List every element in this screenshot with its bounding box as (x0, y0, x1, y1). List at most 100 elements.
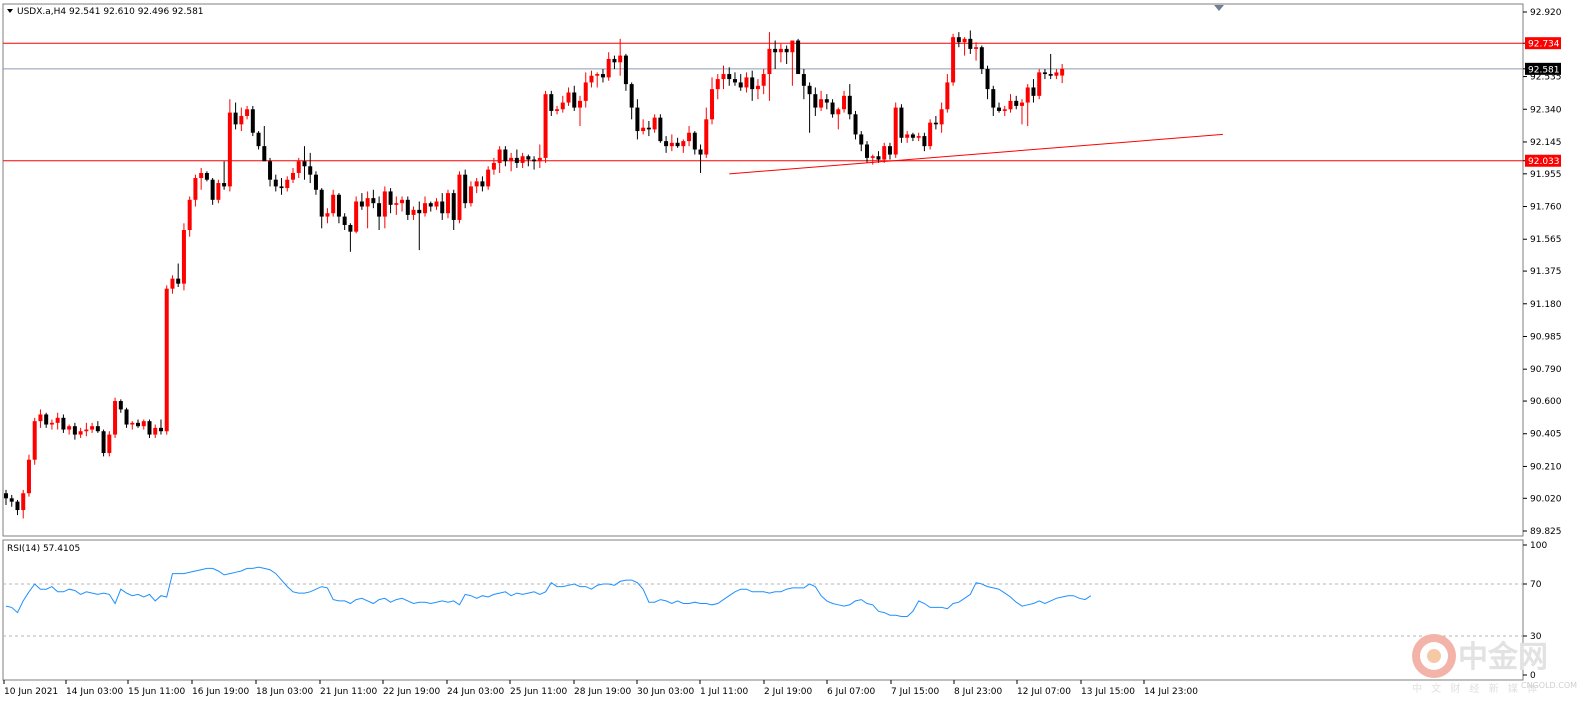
candle-bull (32, 421, 37, 460)
candle-bull (193, 178, 198, 200)
candle-bull (681, 141, 686, 147)
candle-bull (669, 142, 674, 147)
candle-bull (1002, 109, 1007, 111)
candle-bull (1060, 68, 1065, 76)
candle-bull (394, 203, 399, 205)
price-tick-label: 90.790 (1530, 365, 1562, 375)
candle-bear (526, 156, 531, 160)
candle-bull (365, 198, 370, 207)
candle-bull (893, 107, 898, 155)
candle-bull (842, 95, 847, 110)
candle-bull (509, 157, 514, 162)
candle-bear (635, 107, 640, 132)
candle-bear (273, 179, 278, 187)
candle-bear (675, 142, 680, 147)
candle-bear (830, 102, 835, 115)
candle-bear (698, 149, 703, 155)
candle-bear (118, 401, 123, 410)
candle-bear (250, 109, 255, 133)
candle-bear (319, 189, 324, 217)
candle-bull (560, 102, 565, 110)
candle-bear (480, 181, 485, 187)
candle-bear (72, 426, 77, 435)
candle-bear (629, 84, 634, 108)
candle-bear (968, 38, 973, 49)
candle-bear (101, 431, 106, 454)
rsi-tick-label: 70 (1530, 580, 1542, 590)
candle-bear (377, 203, 382, 217)
time-tick-label: 2 Jul 19:00 (764, 687, 813, 697)
candle-bull (491, 162, 496, 170)
candle-bear (302, 161, 307, 167)
candle-bull (710, 89, 715, 120)
candle-bear (979, 47, 984, 70)
candle-bear (773, 48, 778, 53)
candle-bear (801, 74, 806, 86)
candle-bull (790, 40, 795, 53)
chart-svg: 92.92092.53592.34092.14591.95591.76091.5… (0, 0, 1583, 712)
candle-bull (296, 161, 301, 173)
candle-bear (750, 77, 755, 90)
candle-bear (428, 203, 433, 207)
candle-bear (15, 501, 20, 511)
candle-bull (239, 115, 244, 125)
candle-bull (1037, 72, 1042, 96)
candle-bear (859, 134, 864, 145)
candle-bull (870, 156, 875, 158)
candle-bull (187, 199, 192, 230)
candle-bull (181, 229, 186, 284)
candle-bear (204, 172, 209, 180)
candle-bear (359, 201, 364, 207)
candle-bull (543, 94, 548, 158)
candle-bull (939, 109, 944, 125)
candle-bull (537, 157, 542, 162)
candle-bear (147, 421, 152, 435)
candle-bear (514, 157, 519, 163)
price-tick-label: 90.020 (1530, 494, 1562, 504)
candle-bear (991, 89, 996, 108)
time-tick-label: 1 Jul 11:00 (700, 687, 749, 697)
price-tick-label: 92.145 (1530, 138, 1562, 148)
candle-bull (107, 434, 112, 454)
candle-bull (595, 74, 600, 76)
candle-bull (199, 172, 204, 179)
time-tick-label: 18 Jun 03:00 (256, 687, 313, 697)
candle-bull (778, 48, 783, 53)
candle-bull (170, 278, 175, 289)
candle-bull (113, 401, 118, 435)
candle-bull (928, 122, 933, 147)
candle-bull (468, 186, 473, 204)
candle-bear (279, 186, 284, 189)
candle-bear (692, 132, 697, 150)
candle-bear (623, 55, 628, 85)
candle-bear (1048, 74, 1053, 76)
candle-bear (612, 58, 617, 63)
candle-bear (847, 95, 852, 115)
price-tick-label: 91.955 (1530, 170, 1562, 180)
candle-bull (566, 92, 571, 103)
candle-bull (331, 194, 336, 214)
price-tick-label: 92.340 (1530, 105, 1562, 115)
price-tick-label: 90.600 (1530, 397, 1562, 407)
symbol-info: USDX.a,H4 92.541 92.610 92.496 92.581 (17, 7, 204, 17)
time-tick-label: 15 Jun 11:00 (128, 687, 185, 697)
time-tick-label: 12 Jul 07:00 (1017, 687, 1071, 697)
candle-bear (348, 224, 353, 232)
candle-bear (95, 426, 100, 432)
candle-bear (451, 193, 456, 220)
candle-bear (136, 422, 141, 427)
candle-bear (124, 409, 129, 425)
candle-bull (400, 199, 405, 204)
candle-bear (853, 114, 858, 135)
candle-bear (176, 278, 181, 284)
time-tick-label: 14 Jul 23:00 (1144, 687, 1198, 697)
candle-bear (463, 174, 468, 204)
candle-bear (1031, 87, 1036, 96)
candle-bear (405, 199, 410, 215)
candle-bull (974, 47, 979, 49)
candle-bear (732, 79, 737, 83)
candle-bull (486, 169, 491, 187)
candle-bear (824, 99, 829, 103)
candle-bull (84, 429, 89, 432)
candle-bear (44, 414, 49, 425)
